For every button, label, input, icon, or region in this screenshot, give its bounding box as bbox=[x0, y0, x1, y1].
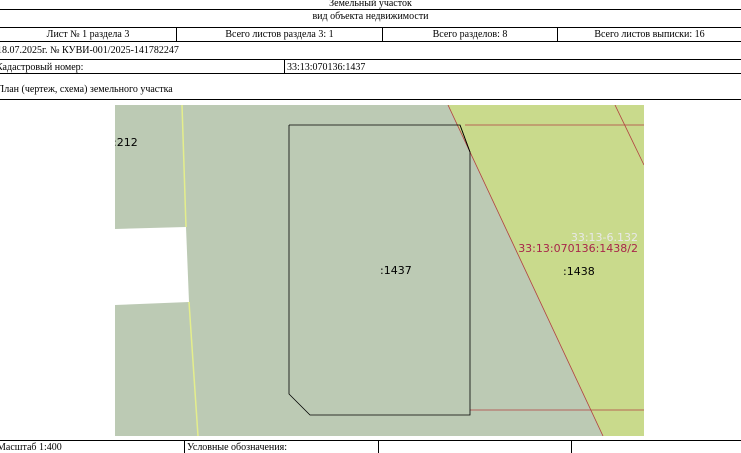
cell-divider bbox=[184, 440, 185, 453]
land-plot-plan-map[interactable]: :212 :1437 :1438 33:13-6.132 33:13:07013… bbox=[115, 105, 644, 436]
subparcel-number-label: 33:13:070136:1438/2 bbox=[518, 242, 638, 255]
left-parcel-label: :212 bbox=[115, 136, 138, 149]
divider bbox=[0, 9, 741, 10]
divider bbox=[0, 440, 741, 441]
main-parcel-label: :1437 bbox=[380, 264, 412, 277]
cell-divider bbox=[378, 440, 379, 453]
right-parcel-label: :1438 bbox=[563, 265, 595, 278]
divider bbox=[0, 41, 741, 42]
scale-label: Масштаб 1:400 bbox=[0, 442, 62, 453]
plan-title: План (чертеж, схема) земельного участка bbox=[0, 84, 173, 95]
divider bbox=[0, 73, 741, 74]
sheet-number: Лист № 1 раздела 3 bbox=[46, 29, 130, 40]
divider bbox=[0, 59, 741, 60]
section-sheets-count: Всего листов раздела 3: 1 bbox=[225, 29, 334, 40]
document-title: Земельный участок bbox=[329, 0, 412, 9]
cadastral-number-label: Кадастровый номер: bbox=[0, 62, 84, 73]
document-subtitle: вид объекта недвижимости bbox=[312, 11, 429, 22]
extract-sheets-count: Всего листов выписки: 16 bbox=[594, 29, 705, 40]
legend-label: Условные обозначения: bbox=[187, 442, 288, 453]
cell-divider bbox=[284, 59, 285, 73]
sections-count: Всего разделов: 8 bbox=[432, 29, 508, 40]
cadastral-number-value: 33:13:070136:1437 bbox=[287, 62, 366, 73]
cell-divider bbox=[571, 440, 572, 453]
neighbor-white-area bbox=[115, 227, 189, 305]
document-reference: 18.07.2025г. № КУВИ-001/2025-141782247 bbox=[0, 45, 179, 56]
divider bbox=[0, 27, 741, 28]
divider bbox=[0, 99, 741, 100]
